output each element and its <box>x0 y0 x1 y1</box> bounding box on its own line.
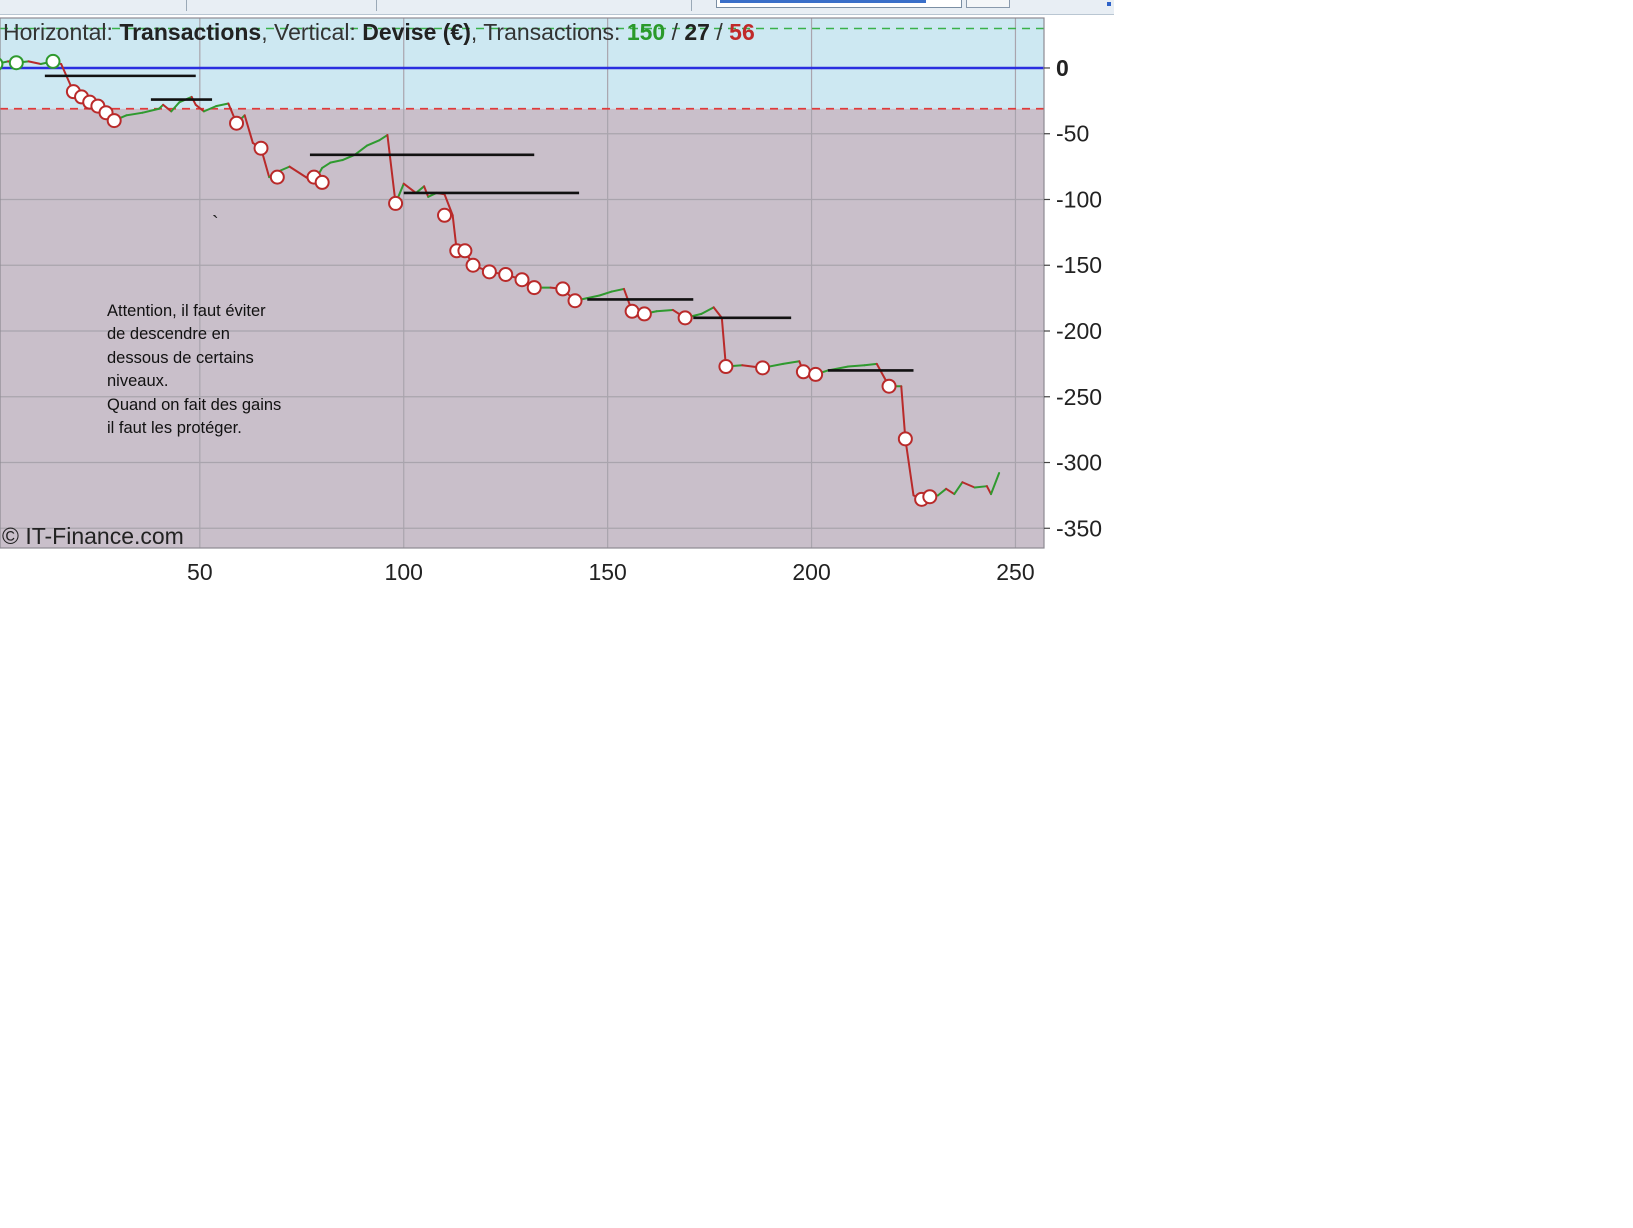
loss-trade-marker <box>897 431 913 447</box>
x-tick-label: 250 <box>996 559 1034 585</box>
win-trade-marker <box>8 55 24 71</box>
toolbar-tab[interactable] <box>0 0 187 11</box>
loss-trade-marker <box>457 243 473 259</box>
loss-trade-marker <box>755 360 771 376</box>
x-tick-label: 50 <box>187 559 213 585</box>
header-wins: 27 <box>684 19 710 45</box>
x-axis-labels: 50 100 150 200 250 <box>187 559 1035 585</box>
loss-trade-marker <box>465 257 481 273</box>
win-trade-marker <box>45 53 61 69</box>
loss-trade-marker <box>481 264 497 280</box>
y-tick-label: 0 <box>1056 55 1069 81</box>
equity-segment <box>847 364 866 368</box>
toolbar-indicator <box>1107 2 1111 6</box>
loss-trade-marker <box>388 195 404 211</box>
toolbar-tab[interactable] <box>376 0 692 11</box>
y-tick-label: -150 <box>1056 252 1102 278</box>
loss-trade-marker <box>106 113 122 129</box>
header-vertical-value: Devise (€) <box>362 19 471 45</box>
y-tick-label: -50 <box>1056 121 1089 147</box>
loss-trade-marker <box>718 359 734 375</box>
y-tick-label: -100 <box>1056 186 1102 212</box>
loss-trade-marker <box>229 115 245 131</box>
loss-trade-marker <box>636 306 652 322</box>
annotation-line: Quand on fait des gains <box>107 395 282 414</box>
loss-trade-marker <box>555 281 571 297</box>
loss-trade-marker <box>437 207 453 223</box>
loss-trade-marker <box>677 310 693 326</box>
annotation-line: de descendre en <box>107 325 230 344</box>
loss-trade-marker <box>498 266 514 282</box>
loss-trade-marker <box>314 174 330 190</box>
loss-trade-marker <box>526 280 542 296</box>
y-tick-label: -350 <box>1056 515 1102 541</box>
header-separator: / <box>665 19 684 45</box>
loss-trade-marker <box>922 489 938 505</box>
loss-trade-marker <box>808 366 824 382</box>
header-vertical-prefix: , Vertical: <box>261 19 362 45</box>
x-tick-label: 200 <box>792 559 830 585</box>
loss-trade-marker <box>795 364 811 380</box>
watermark: © IT-Finance.com <box>2 523 184 549</box>
loss-trade-marker <box>881 378 897 394</box>
header-losses: 56 <box>729 19 755 45</box>
header-separator: / <box>710 19 729 45</box>
loss-trade-marker <box>567 293 583 309</box>
equity-chart: 0 -50 -100 -150 -200 -250 -300 -350 50 100 150 200… <box>0 17 1102 585</box>
loss-trade-marker <box>624 303 640 319</box>
equity-segment <box>655 308 674 313</box>
toolbar-input-selection <box>720 0 926 3</box>
header-horizontal-prefix: Horizontal: <box>3 19 119 45</box>
loss-trade-marker <box>269 169 285 185</box>
loss-trade-marker <box>253 140 269 156</box>
y-tick-label: -250 <box>1056 384 1102 410</box>
annotation-note: Attention, il faut éviter de descendre e… <box>107 300 327 440</box>
toolbar-button[interactable] <box>966 0 1010 8</box>
x-tick-label: 150 <box>588 559 626 585</box>
annotation-line: il faut les protéger. <box>107 419 242 438</box>
chart-header: Horizontal: Transactions, Vertical: Devi… <box>3 19 755 45</box>
header-transactions-prefix: , Transactions: <box>471 19 627 45</box>
y-axis-labels: 0 -50 -100 -150 -200 -250 -300 -350 <box>1044 55 1102 541</box>
toolbar-tab[interactable] <box>186 0 377 11</box>
header-horizontal-value: Transactions <box>119 19 261 45</box>
y-tick-label: -200 <box>1056 318 1102 344</box>
y-tick-label: -300 <box>1056 450 1102 476</box>
window-top-strip <box>0 0 1114 15</box>
annotation-line: dessous de certains <box>107 348 254 367</box>
header-total: 150 <box>627 19 665 45</box>
equity-segment <box>863 362 878 367</box>
stray-mark: ` <box>212 213 219 235</box>
annotation-line: Attention, il faut éviter <box>107 302 266 320</box>
x-tick-label: 100 <box>385 559 423 585</box>
equity-segment <box>973 485 988 489</box>
annotation-line: niveaux. <box>107 372 169 391</box>
loss-trade-marker <box>514 272 530 288</box>
